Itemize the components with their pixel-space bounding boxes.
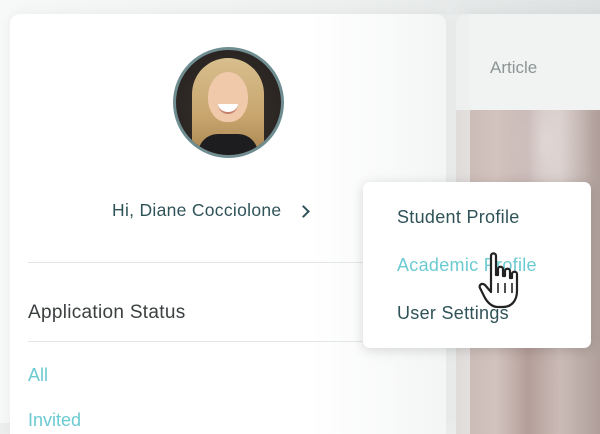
- status-filter-invited[interactable]: Invited: [28, 410, 81, 431]
- avatar-face: [208, 72, 248, 122]
- greeting-text: Hi, Diane Cocciolone: [112, 200, 282, 220]
- user-menu-toggle[interactable]: Hi, Diane Cocciolone: [112, 200, 311, 221]
- status-filter-all[interactable]: All: [28, 365, 48, 386]
- chevron-right-icon: [297, 204, 311, 218]
- section-title: Application Status: [28, 302, 186, 323]
- article-label: Article: [490, 58, 538, 77]
- avatar-shirt: [198, 134, 258, 155]
- menu-item-student-profile[interactable]: Student Profile: [397, 207, 520, 228]
- avatar[interactable]: [173, 47, 284, 158]
- hand-pointer-cursor-icon: [478, 252, 519, 309]
